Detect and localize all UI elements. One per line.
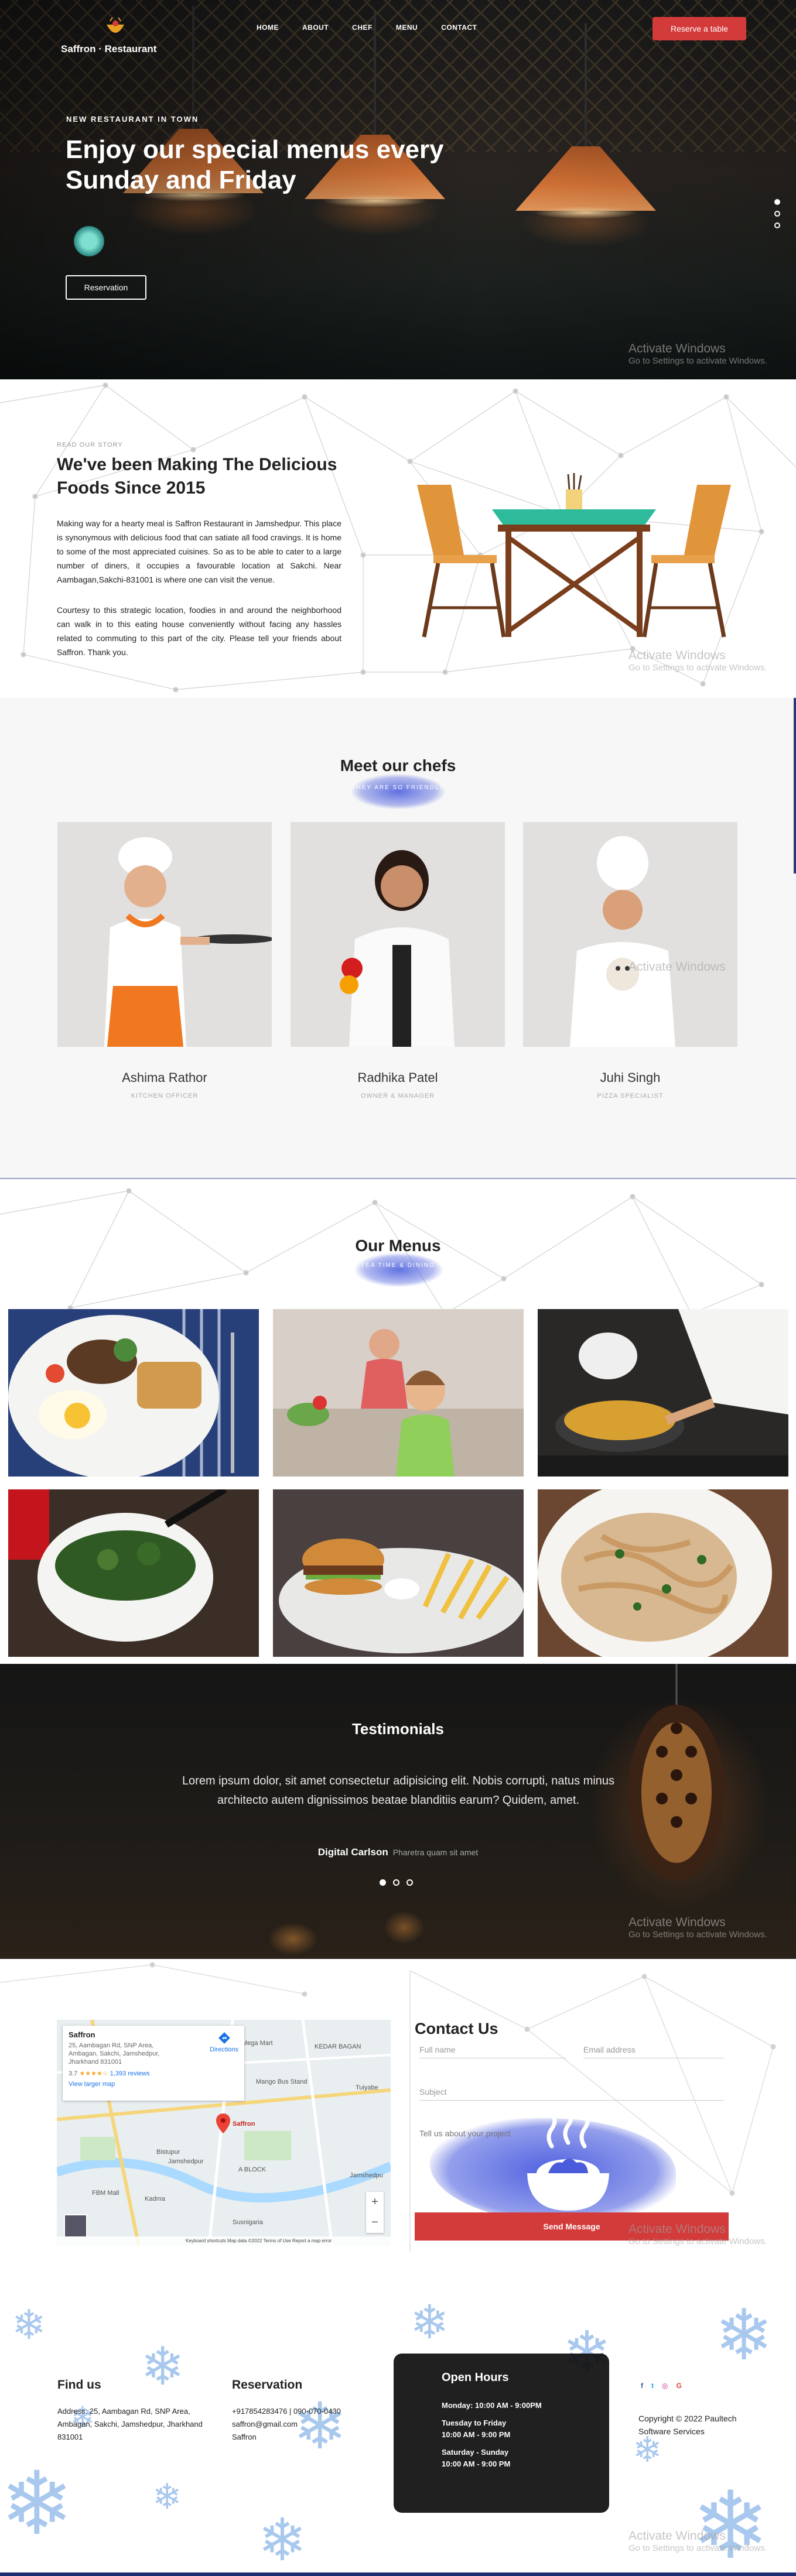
activate-windows-watermark: Activate Windows [628,960,726,974]
story-kicker: READ OUR STORY [57,441,123,448]
reservation-button[interactable]: Reservation [66,275,146,300]
google-map-embed[interactable]: Saffron Mega Mart KEDAR BAGAN Mango Bus … [57,2020,391,2246]
chef-role: OWNER & MANAGER [360,1092,435,1099]
footer-email[interactable]: saffron@gmail.com [232,2418,298,2431]
map-satellite-toggle[interactable] [64,2214,87,2238]
social-links: f t ◎ G [641,2382,682,2390]
story-paragraph: Making way for a hearty meal is Saffron … [57,519,341,584]
chefs-title: Meet our chefs [340,756,456,775]
full-name-field[interactable] [419,2041,566,2058]
brush-stroke [351,774,445,809]
footer-address: Address: 25, Aambagan Rd, SNP Area, Amba… [57,2407,203,2441]
chef-photo [523,822,737,1047]
menu-image-kids[interactable] [273,1309,524,1477]
hero-slider-dots [774,199,780,228]
brush-stroke [355,1253,443,1287]
brand-logo[interactable]: Saffron · Restaurant [61,15,172,60]
slider-dot[interactable] [774,222,780,228]
nav-home[interactable]: HOME [257,23,279,32]
reserve-table-button[interactable]: Reserve a table [652,17,746,40]
chefs-subtitle: THEY ARE SO FRIENDLY [351,785,445,791]
directions-link[interactable]: Directions [210,2032,238,2053]
chef-photo [57,822,272,1047]
map-pin-icon[interactable] [216,2113,230,2133]
lantern-decoration [628,1664,725,1880]
zoom-out-button[interactable]: − [371,2216,378,2229]
menus-section: Our Menus TEA TIME & DINING [0,1178,796,1664]
slider-dot[interactable] [406,1879,413,1886]
nav-about[interactable]: ABOUT [302,23,329,32]
activate-windows-watermark: Activate Windows Go to Settings to activ… [628,2529,767,2553]
menu-image-chef-cooking[interactable] [538,1309,788,1477]
story-title: We've been Making The Delicious Foods Si… [57,455,337,498]
activate-windows-watermark: Activate Windows Go to Settings to activ… [628,342,767,366]
testimonials-title: Testimonials [351,1720,444,1738]
chef-role: KITCHEN OFFICER [131,1092,199,1099]
google-icon[interactable]: G [676,2382,681,2390]
nav-menu[interactable]: MENU [396,23,418,32]
instagram-icon[interactable]: ◎ [662,2382,668,2390]
subject-field[interactable] [419,2083,724,2101]
nav-chef[interactable]: CHEF [352,23,373,32]
slider-dot[interactable] [774,199,780,205]
message-field[interactable] [419,2129,724,2164]
testimonial-quote: Lorem ipsum dolor, sit amet consectetur … [182,1775,615,1807]
slider-dot[interactable] [380,1879,386,1886]
footer-brand: Saffron [232,2433,257,2441]
zoom-in-button[interactable]: + [371,2195,378,2209]
menu-image-burger-fries[interactable] [273,1489,524,1657]
hero-title: Enjoy our special menus every Sunday and… [66,135,444,194]
slider-dot[interactable] [393,1879,399,1886]
menu-image-salad-bowl[interactable] [8,1489,259,1657]
menus-subtitle: TEA TIME & DINING [361,1262,435,1269]
testimonial-author: Digital Carlson Pharetra quam sit amet [317,1847,479,1858]
testimonials-section: Testimonials Lorem ipsum dolor, sit amet… [0,1664,796,1959]
chef-name: Juhi Singh [600,1070,661,1085]
twitter-icon[interactable]: t [651,2382,654,2390]
chefs-section: Meet our chefs THEY ARE SO FRIENDLY Ashi… [0,698,796,1178]
hero-section: Saffron · Restaurant HOME ABOUT CHEF MEN… [0,0,796,379]
chef-photo [291,822,505,1047]
email-field[interactable] [583,2041,724,2058]
contact-title: Contact Us [415,2020,498,2037]
hero-tagline: NEW RESTAURANT IN TOWN [66,115,199,124]
open-hours-title: Open Hours [442,2371,509,2384]
contact-section: Saffron Mega Mart KEDAR BAGAN Mango Bus … [0,1959,796,2295]
find-us-title: Find us [57,2378,101,2392]
chef-card: Ashima Rathor KITCHEN OFFICER [57,822,272,1099]
dining-table-illustration [417,473,731,638]
nav-contact[interactable]: CONTACT [441,23,477,32]
facebook-icon[interactable]: f [641,2382,643,2390]
slider-dot[interactable] [774,211,780,217]
site-footer: ❄ ❄ ❄ ❄ ❄ ❄ ❄ ❄ ❄ ❄ ❄ ❄ Find us Address:… [0,2295,796,2576]
activate-windows-watermark: Activate Windows Go to Settings to activ… [628,1916,767,1940]
hero-badge-icon [71,224,107,259]
footer-phone[interactable]: +917854283476 | 090-070-0430 [232,2405,341,2418]
brand-name: Saffron · Restaurant [61,43,157,54]
chef-card: Radhika Patel OWNER & MANAGER [291,822,505,1099]
activate-windows-watermark: Activate Windows Go to Settings to activ… [628,2222,767,2246]
copyright-text: Copyright © 2022 Paultech Software Servi… [638,2414,737,2436]
story-paragraph: Courtesy to this strategic location, foo… [57,605,341,657]
view-larger-map-link[interactable]: View larger map [69,2081,238,2088]
directions-icon [218,2032,230,2044]
map-place-card: Saffron 25, Aambagan Rd, SNP Area, Ambag… [63,2026,244,2101]
testimonial-slider-dots [380,1879,413,1886]
open-hours-card: Open Hours Monday: 10:00 AM - 9:00PM Tue… [394,2354,609,2513]
chef-name: Ashima Rathor [122,1070,207,1085]
map-footer: Keyboard shortcuts Map data ©2022 Terms … [57,2236,391,2246]
chef-name: Radhika Patel [357,1070,438,1085]
story-section: READ OUR STORY We've been Making The Del… [0,379,796,698]
logo-emblem-icon [107,17,124,33]
menu-image-breakfast[interactable] [8,1309,259,1477]
reservation-title: Reservation [232,2378,303,2392]
main-nav: HOME ABOUT CHEF MENU CONTACT [257,23,477,32]
menu-image-noodles[interactable] [538,1489,788,1657]
activate-windows-watermark: Activate Windows Go to Settings to activ… [628,649,767,673]
map-zoom-controls: + − [366,2192,384,2233]
chef-role: PIZZA SPECIALIST [597,1092,664,1099]
